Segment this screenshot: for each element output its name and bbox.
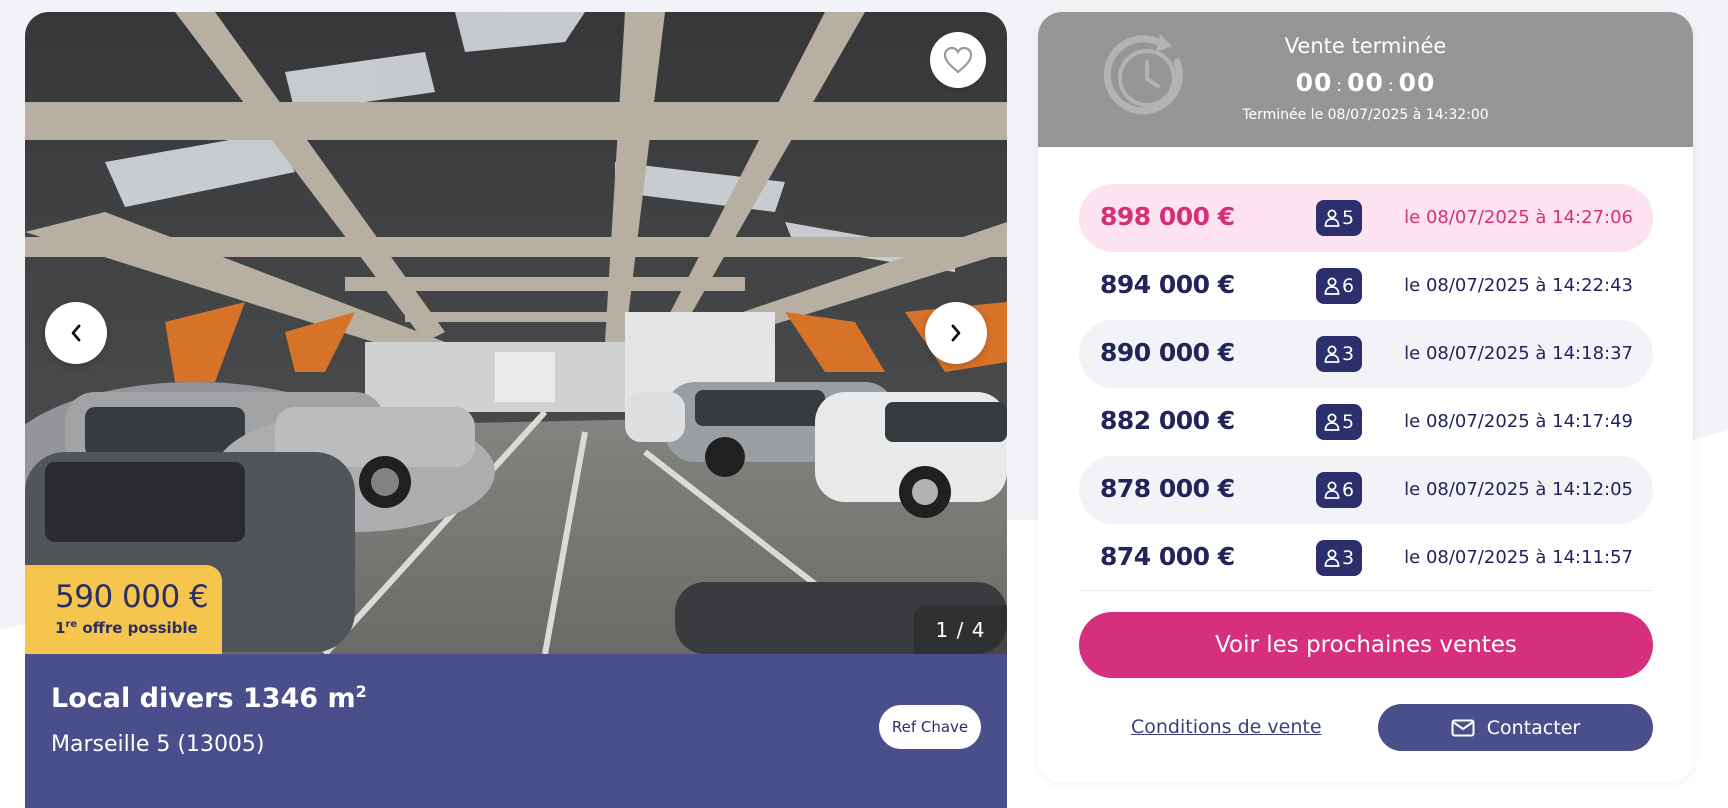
- chevron-left-icon: [71, 324, 81, 342]
- favorite-button[interactable]: [930, 32, 986, 88]
- starting-price: 590 000 €: [55, 579, 209, 615]
- sale-status: Vente terminée: [1284, 34, 1447, 58]
- countdown-separator: :: [1336, 76, 1344, 96]
- offer-text: offre possible: [77, 619, 198, 637]
- listing-photo[interactable]: 1 / 4 590 000 € 1re offre possible: [25, 12, 1007, 654]
- countdown: 00:00:00: [1038, 68, 1693, 97]
- bidder-count-badge: 5: [1316, 200, 1362, 236]
- bid-row: 894 000 € 6 le 08/07/2025 à 14:22:43: [1079, 252, 1653, 320]
- bidder-count: 3: [1341, 343, 1355, 365]
- bid-row: 874 000 € 3 le 08/07/2025 à 14:11:57: [1079, 524, 1653, 592]
- bid-amount: 898 000 €: [1100, 202, 1235, 231]
- bid-amount: 882 000 €: [1100, 406, 1235, 435]
- bid-list-divider: [1079, 590, 1653, 591]
- sale-card: Vente terminée 00:00:00 Terminée le 08/0…: [1038, 12, 1693, 782]
- parking-photo-illustration: [25, 12, 1007, 654]
- bid-row: 878 000 € 6 le 08/07/2025 à 14:12:05: [1079, 456, 1653, 524]
- listing-title: Local divers 1346 m2: [51, 682, 367, 714]
- bid-time: le 08/07/2025 à 14:27:06: [1404, 207, 1633, 228]
- bidder-count: 6: [1341, 275, 1355, 297]
- countdown-hours: 00: [1295, 68, 1333, 97]
- winning-bid-row: 898 000 € 5 le 08/07/2025 à 14:27:06: [1079, 184, 1653, 252]
- next-photo-button[interactable]: [925, 302, 987, 364]
- bid-time: le 08/07/2025 à 14:11:57: [1404, 547, 1633, 568]
- offer-ordinal: 1: [55, 619, 66, 637]
- sale-conditions-link[interactable]: Conditions de vente: [1131, 716, 1322, 738]
- bid-time: le 08/07/2025 à 14:22:43: [1404, 275, 1633, 296]
- bid-row: 882 000 € 5 le 08/07/2025 à 14:17:49: [1079, 388, 1653, 456]
- bid-time: le 08/07/2025 à 14:17:49: [1404, 411, 1633, 432]
- offer-note: 1re offre possible: [55, 619, 222, 637]
- countdown-minutes: 00: [1347, 68, 1384, 97]
- envelope-icon: [1451, 719, 1475, 736]
- person-icon: [1324, 345, 1340, 363]
- bid-amount: 878 000 €: [1100, 474, 1235, 503]
- bidder-count-badge: 6: [1316, 268, 1362, 304]
- previous-photo-button[interactable]: [45, 302, 107, 364]
- photo-counter: 1 / 4: [914, 605, 1007, 654]
- bidder-count: 6: [1341, 479, 1355, 501]
- bid-amount: 890 000 €: [1100, 338, 1235, 367]
- contact-button[interactable]: Contacter: [1378, 704, 1653, 751]
- person-icon: [1324, 549, 1340, 567]
- person-icon: [1324, 209, 1340, 227]
- bid-amount: 874 000 €: [1100, 542, 1235, 571]
- next-sales-button[interactable]: Voir les prochaines ventes: [1079, 612, 1653, 678]
- price-tag: 590 000 € 1re offre possible: [25, 565, 222, 654]
- bid-time: le 08/07/2025 à 14:18:37: [1404, 343, 1633, 364]
- bidder-count-badge: 3: [1316, 540, 1362, 576]
- sale-header: Vente terminée 00:00:00 Terminée le 08/0…: [1038, 12, 1693, 147]
- person-icon: [1324, 413, 1340, 431]
- bidder-count-badge: 6: [1316, 472, 1362, 508]
- bid-history-list: 898 000 € 5 le 08/07/2025 à 14:27:06 894 00…: [1079, 184, 1653, 592]
- ended-at: Terminée le 08/07/2025 à 14:32:00: [1242, 107, 1489, 123]
- contact-label: Contacter: [1486, 716, 1581, 739]
- countdown-seconds: 00: [1398, 68, 1436, 97]
- countdown-separator: :: [1387, 76, 1395, 96]
- listing-address: Marseille 5 (13005): [51, 732, 265, 757]
- listing-card[interactable]: 1 / 4 590 000 € 1re offre possible Local…: [25, 12, 1007, 808]
- heart-outline-icon: [943, 46, 973, 74]
- bid-row: 890 000 € 3 le 08/07/2025 à 14:18:37: [1079, 320, 1653, 388]
- bidder-count-badge: 5: [1316, 404, 1362, 440]
- listing-title-text: Local divers 1346 m: [51, 683, 356, 714]
- bidder-count: 5: [1341, 207, 1355, 229]
- listing-info-band: Local divers 1346 m2 Marseille 5 (13005)…: [25, 654, 1007, 808]
- bid-time: le 08/07/2025 à 14:12:05: [1404, 479, 1633, 500]
- chevron-right-icon: [951, 324, 961, 342]
- bid-amount: 894 000 €: [1100, 270, 1235, 299]
- offer-ordinal-suffix: re: [65, 619, 78, 630]
- bidder-count: 3: [1341, 547, 1355, 569]
- person-icon: [1324, 277, 1340, 295]
- bidder-count-badge: 3: [1316, 336, 1362, 372]
- ref-button[interactable]: Ref Chave: [879, 705, 981, 749]
- bidder-count: 5: [1341, 411, 1355, 433]
- person-icon: [1324, 481, 1340, 499]
- listing-title-sup: 2: [355, 682, 367, 701]
